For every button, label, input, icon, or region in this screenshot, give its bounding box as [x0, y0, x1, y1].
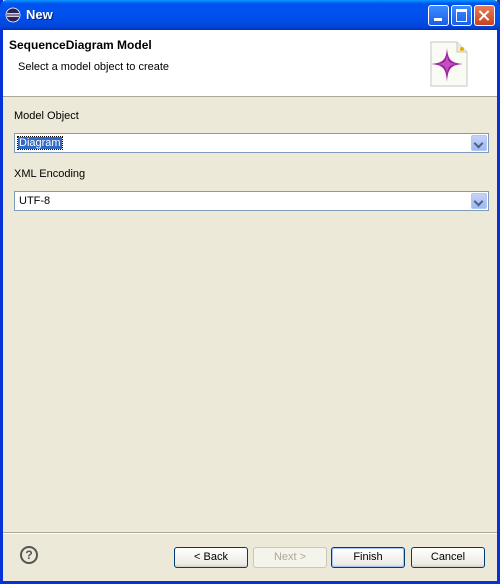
xml-encoding-select[interactable]: UTF-8 [14, 191, 489, 211]
model-object-value: Diagram [17, 136, 63, 150]
chevron-down-icon[interactable] [471, 135, 487, 151]
window-title: New [26, 7, 53, 22]
page-description: Select a model object to create [18, 61, 170, 73]
xml-encoding-label: XML Encoding [14, 168, 86, 180]
new-wizard-dialog: New SequenceDiagram Model Select a model… [0, 0, 500, 584]
wizard-header: SequenceDiagram Model Select a model obj… [3, 30, 497, 97]
new-model-wizard-icon [430, 41, 468, 87]
maximize-button[interactable] [451, 5, 472, 26]
model-object-label: Model Object [14, 110, 79, 122]
page-title: SequenceDiagram Model [9, 38, 152, 52]
footer-separator [3, 532, 497, 534]
next-button[interactable]: Next > [253, 547, 327, 568]
cancel-button[interactable]: Cancel [411, 547, 485, 568]
help-icon[interactable]: ? [20, 546, 38, 564]
back-button[interactable]: < Back [174, 547, 248, 568]
title-bar[interactable]: New [0, 0, 500, 30]
model-object-select[interactable]: Diagram [14, 133, 489, 153]
chevron-down-icon[interactable] [471, 193, 487, 209]
eclipse-icon [5, 7, 21, 23]
minimize-button[interactable] [428, 5, 449, 26]
finish-button[interactable]: Finish [331, 547, 405, 568]
close-button[interactable] [474, 5, 495, 26]
xml-encoding-value: UTF-8 [19, 195, 51, 207]
